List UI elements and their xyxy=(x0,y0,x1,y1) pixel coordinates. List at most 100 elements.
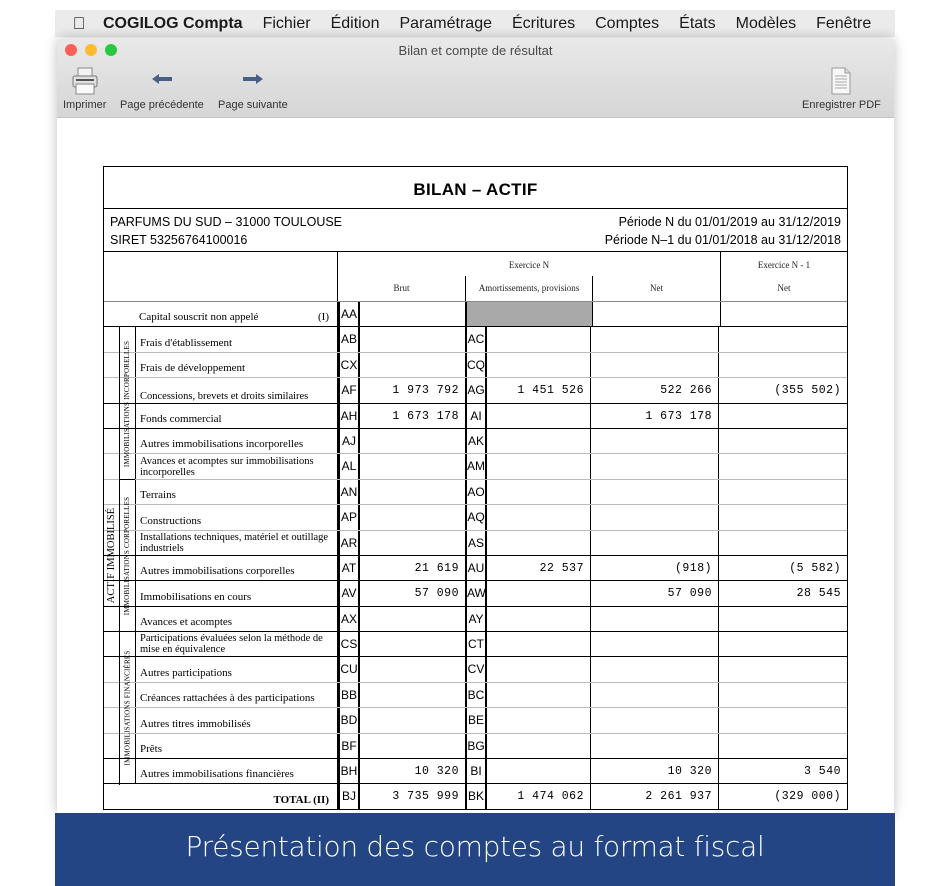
save-pdf-button[interactable]: Enregistrer PDF xyxy=(802,64,881,111)
menu-fenetre[interactable]: Fenêtre xyxy=(816,15,871,33)
row-code: BB xyxy=(338,682,360,708)
table-row: Fonds commercial AH 1 673 178 AI 1 673 178 xyxy=(104,403,847,429)
cell-brut xyxy=(360,657,465,681)
menu-comptes[interactable]: Comptes xyxy=(595,15,659,33)
header-exercice-n1-label: Exercice N - 1 xyxy=(757,260,811,270)
table-row: Participations évaluées selon la méthode… xyxy=(104,632,847,658)
cell-net-prev xyxy=(719,480,847,504)
cell-net-prev xyxy=(721,302,847,326)
document-icon xyxy=(802,64,881,98)
cell-amort: 1 474 062 xyxy=(487,784,591,809)
cell-net xyxy=(591,708,719,733)
print-label: Imprimer xyxy=(63,99,107,111)
row-code-2: BC xyxy=(465,682,487,708)
menu-fichier[interactable]: Fichier xyxy=(263,15,311,33)
table-row: Frais de développement CX CQ xyxy=(104,352,847,379)
header-net-prev: Net xyxy=(777,283,791,293)
siret: SIRET 53256764100016 xyxy=(110,233,248,247)
cell-brut xyxy=(360,708,465,732)
menu-etats[interactable]: États xyxy=(679,15,715,33)
previous-page-label: Page précédente xyxy=(120,99,204,111)
app-name-menu[interactable]: COGILOG Compta xyxy=(103,15,243,33)
cell-net-prev: 3 540 xyxy=(803,765,841,779)
title-bar: Bilan et compte de résultat Imprimer Pag… xyxy=(57,38,894,118)
cell-net xyxy=(591,327,719,352)
row-code: AT xyxy=(338,555,360,581)
row-code: BH xyxy=(338,759,360,784)
row-label: Autres immobilisations corporelles xyxy=(135,555,338,581)
cell-amort xyxy=(487,733,591,759)
menu-ecritures[interactable]: Écritures xyxy=(512,15,575,33)
form-title: BILAN – ACTIF xyxy=(104,167,847,209)
row-code-2: CV xyxy=(465,657,487,682)
cell-net-prev xyxy=(719,607,847,631)
cell-amort: 1 451 526 xyxy=(487,378,591,403)
previous-page-button[interactable]: Page précédente xyxy=(120,64,204,111)
table-body: Frais d'établissement AB AC Frais de dévelo… xyxy=(104,327,847,785)
group-label-incorporelles: IMMOBILISATIONS INCORPORELLES xyxy=(119,327,135,480)
cell-amort xyxy=(487,530,591,555)
header-net: Net xyxy=(650,283,663,293)
header-brut: Brut xyxy=(393,283,410,293)
print-button[interactable]: Imprimer xyxy=(63,64,106,111)
cell-amort xyxy=(487,708,591,733)
cell-amort xyxy=(487,682,591,708)
row-code: CU xyxy=(338,657,360,682)
row-label: Terrains xyxy=(135,479,338,505)
row-code-2: AC xyxy=(465,327,487,352)
group-label-text: IMMOBILISATIONS INCORPORELLES xyxy=(123,340,132,467)
group-separator xyxy=(119,631,135,633)
row-code: BF xyxy=(338,733,360,759)
cell-net-prev: (329 000) xyxy=(774,790,841,804)
menu-parametrage[interactable]: Paramétrage xyxy=(400,15,493,33)
cell-brut xyxy=(360,302,465,326)
bilan-actif-form: BILAN – ACTIF PARFUMS DU SUD – 31000 TOU… xyxy=(103,166,848,810)
row-code: AV xyxy=(338,581,360,606)
row-code: AJ xyxy=(338,428,360,454)
cell-amort xyxy=(487,428,591,454)
row-label: Constructions xyxy=(135,505,338,530)
table-row: Immobilisations en cours AV 57 090 AW 57 090… xyxy=(104,581,847,607)
row-label: Fonds commercial xyxy=(135,403,338,428)
row-code-2: AS xyxy=(465,530,487,555)
row-code: AX xyxy=(338,606,360,632)
row-code: BJ xyxy=(338,784,360,809)
cell-net-prev xyxy=(719,657,847,681)
cell-brut: 21 619 xyxy=(414,561,459,575)
row-label: Frais d'établissement xyxy=(135,327,338,352)
apple-logo-icon[interactable]:  xyxy=(55,14,103,34)
report-page: BILAN – ACTIF PARFUMS DU SUD – 31000 TOU… xyxy=(57,118,894,813)
cell-amort xyxy=(487,759,591,784)
row-code: AH xyxy=(338,403,360,428)
cell-amort xyxy=(487,352,591,378)
cell-brut: 10 320 xyxy=(414,765,459,779)
row-code-2: CT xyxy=(465,632,487,657)
company-name: PARFUMS DU SUD – 31000 TOULOUSE xyxy=(110,215,343,229)
row-label: Prêts xyxy=(135,733,338,759)
cell-net xyxy=(591,606,719,632)
row-label: Autres titres immobilisés xyxy=(135,708,338,733)
row-label: Autres immobilisations incorporelles xyxy=(135,428,338,454)
cell-brut xyxy=(360,607,465,631)
menu-edition[interactable]: Édition xyxy=(331,15,380,33)
cell-net: (918) xyxy=(591,555,719,581)
row-code: AN xyxy=(338,479,360,505)
cell-brut xyxy=(360,327,465,351)
row-code-2: AO xyxy=(465,479,487,505)
group-label-text: IMMOBILISATIONS FINANCIÈRES xyxy=(123,650,132,766)
cell-amort xyxy=(487,632,591,657)
cell-amort: 22 537 xyxy=(487,555,591,581)
menu-modeles[interactable]: Modèles xyxy=(736,15,796,33)
header-exercice-n1: Exercice N - 1 Net xyxy=(721,252,847,301)
main-group-label: ACTIF IMMOBILISÉ xyxy=(104,327,119,784)
cell-net xyxy=(591,479,719,505)
row-code-2: CQ xyxy=(465,352,487,378)
cell-brut xyxy=(360,454,465,478)
cell-net: 2 261 937 xyxy=(591,784,719,809)
row-code-2: AI xyxy=(465,403,487,428)
cell-amort xyxy=(487,454,591,479)
table-row: Autres participations CU CV xyxy=(104,657,847,683)
row-code: BD xyxy=(338,708,360,733)
next-page-button[interactable]: Page suivante xyxy=(218,64,288,111)
period-n: Période N du 01/01/2019 au 31/12/2019 xyxy=(618,215,841,229)
